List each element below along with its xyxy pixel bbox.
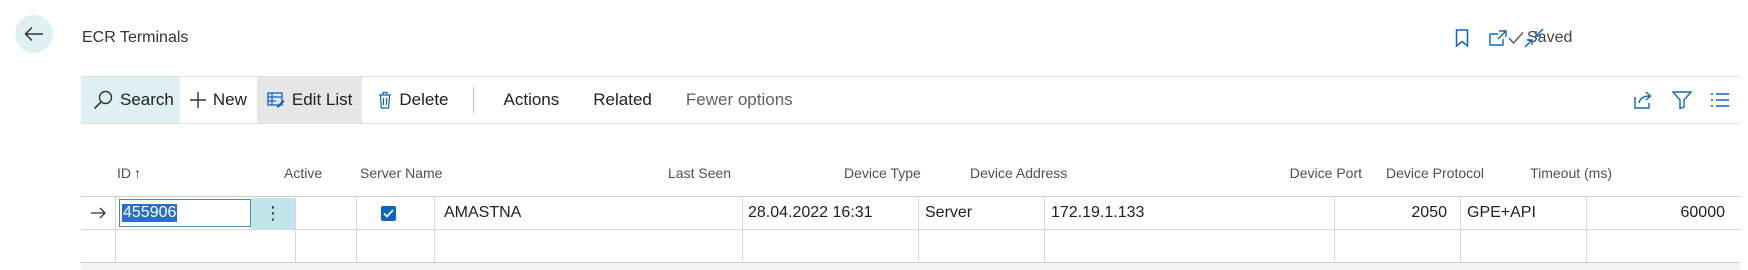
empty-new-row[interactable]: [81, 230, 1740, 263]
device-address-cell[interactable]: 172.19.1.133: [1051, 197, 1144, 229]
share-icon[interactable]: [1634, 91, 1654, 109]
terminals-grid: 455906 ⋮ AMASTNA 28.04.2022 16:31 Server…: [81, 196, 1740, 263]
delete-label: Delete: [399, 90, 449, 109]
action-bar: Search New Edit List Delete Actions Rela…: [81, 76, 1740, 124]
toolbar-divider: [472, 87, 474, 113]
collapse-button[interactable]: [1522, 26, 1546, 50]
filter-icon[interactable]: [1672, 91, 1692, 109]
column-header-device-address[interactable]: Device Address: [970, 165, 1067, 181]
grid-header: ID ↑ Active Server Name Last Seen Device …: [0, 165, 1748, 185]
actions-menu[interactable]: Actions: [496, 77, 577, 123]
edit-list-label: Edit List: [291, 90, 353, 109]
device-port-cell[interactable]: 2050: [1335, 197, 1447, 229]
table-row[interactable]: 455906 ⋮ AMASTNA 28.04.2022 16:31 Server…: [81, 197, 1740, 230]
search-label: Search: [120, 90, 174, 109]
column-header-id[interactable]: ID ↑: [117, 165, 141, 181]
back-button[interactable]: [15, 15, 53, 53]
device-protocol-cell[interactable]: GPE+API: [1467, 197, 1536, 229]
new-label: New: [212, 90, 247, 109]
bookmark-icon: [1455, 29, 1469, 47]
column-header-device-type[interactable]: Device Type: [844, 165, 921, 181]
device-type-cell[interactable]: Server: [925, 197, 972, 229]
active-checkbox[interactable]: [381, 197, 396, 229]
edit-list-icon: [267, 92, 285, 108]
column-header-active[interactable]: Active: [284, 165, 322, 181]
new-button[interactable]: New: [180, 77, 257, 123]
search-button[interactable]: Search: [81, 77, 180, 123]
list-view-icon[interactable]: [1710, 92, 1730, 108]
last-seen-cell: 28.04.2022 16:31: [748, 204, 873, 221]
edit-list-button[interactable]: Edit List: [256, 77, 363, 123]
column-header-device-protocol[interactable]: Device Protocol: [1386, 165, 1484, 181]
open-new-window-icon: [1489, 30, 1507, 46]
related-menu[interactable]: Related: [576, 77, 669, 123]
page-title: ECR Terminals: [82, 29, 189, 46]
column-header-timeout[interactable]: Timeout (ms): [1510, 165, 1612, 181]
delete-button[interactable]: Delete: [362, 77, 458, 123]
id-value: 455906: [122, 204, 178, 222]
back-arrow-icon: [24, 26, 43, 42]
search-icon: [93, 90, 113, 110]
trash-icon: [379, 91, 392, 109]
column-header-last-seen[interactable]: Last Seen: [668, 165, 731, 181]
more-options-icon[interactable]: ⋮: [251, 198, 295, 229]
collapse-icon: [1524, 28, 1544, 48]
column-header-device-port[interactable]: Device Port: [1260, 165, 1362, 181]
column-id-label: ID: [117, 165, 131, 181]
column-header-server-name[interactable]: Server Name: [360, 165, 442, 181]
checkbox-checked-icon: [381, 205, 396, 221]
row-arrow-icon: [91, 197, 111, 229]
bookmark-button[interactable]: [1450, 26, 1474, 50]
timeout-cell[interactable]: 60000: [1587, 197, 1726, 229]
id-field[interactable]: 455906: [119, 199, 251, 227]
server-name-cell[interactable]: AMASTNA: [444, 197, 521, 229]
grid-footer: [81, 263, 1740, 270]
open-new-window-button[interactable]: [1486, 26, 1510, 50]
fewer-options-link[interactable]: Fewer options: [669, 77, 810, 123]
sort-ascending-icon: ↑: [134, 165, 141, 181]
plus-icon: [189, 92, 206, 108]
